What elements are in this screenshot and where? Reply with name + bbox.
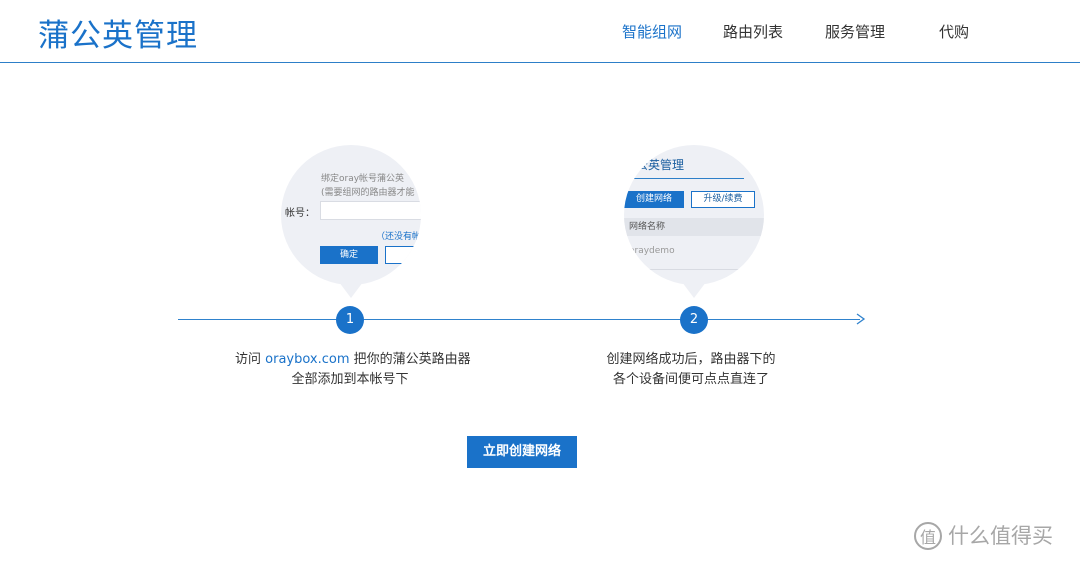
step-2-marker: 2 (680, 306, 708, 334)
nav-item-service-management[interactable]: 服务管理 (825, 21, 885, 42)
create-network-button: 创建网络 (624, 191, 684, 208)
smzdm-logo-icon: 值 (914, 522, 942, 550)
secondary-button (385, 246, 421, 264)
no-account-link: （还没有帐 (376, 232, 421, 242)
timeline-line (178, 319, 860, 320)
watermark-text: 什么值得买 (948, 524, 1053, 548)
caption-1-prefix: 访问 (235, 352, 266, 367)
timeline-arrow-icon (856, 313, 866, 325)
caption-1-line2: 全部添加到本帐号下 (291, 372, 409, 387)
account-label: 帐号： (285, 208, 315, 219)
step-1-marker: 1 (336, 306, 364, 334)
caption-2-line2: 各个设备间便可点点直连了 (612, 372, 769, 387)
upgrade-renew-button: 升级/续费 (691, 191, 755, 208)
step-2-preview-bubble: 蒲公英管理 创建网络 升级/续费 网络名称 oraydemo (624, 145, 764, 285)
caption-2-line1: 创建网络成功后，路由器下的 (606, 352, 776, 367)
bubble-1-tail (339, 282, 363, 298)
account-input (320, 201, 421, 220)
bind-account-note: (需要组网的路由器才能 (321, 188, 415, 198)
network-name-column-header: 网络名称 (624, 218, 764, 236)
manager-title: 蒲公英管理 (624, 158, 685, 172)
bind-account-text: 绑定oray帐号蒲公英 (321, 174, 405, 184)
app-logo[interactable]: 蒲公英管理 (38, 10, 198, 55)
step-2-caption: 创建网络成功后，路由器下的 各个设备间便可点点直连了 (591, 350, 791, 390)
step-1-caption: 访问 oraybox.com 把你的蒲公英路由器 全部添加到本帐号下 (235, 350, 471, 390)
row-divider (624, 269, 764, 270)
nav-item-router-list[interactable]: 路由列表 (723, 21, 783, 42)
network-row-name: oraydemo (629, 246, 675, 256)
bubble-2-tail (682, 282, 706, 298)
watermark: 值什么值得买 (914, 518, 1053, 552)
step-1-preview-bubble: 绑定oray帐号蒲公英 (需要组网的路由器才能 帐号： （还没有帐 确定 (281, 145, 421, 285)
nav-item-smart-network[interactable]: 智能组网 (622, 21, 682, 42)
create-network-now-button[interactable]: 立即创建网络 (467, 436, 577, 468)
top-header: 蒲公英管理 智能组网 路由列表 服务管理 代购 (0, 0, 1080, 63)
oraybox-link[interactable]: oraybox.com (265, 352, 349, 367)
confirm-button: 确定 (320, 246, 378, 264)
title-divider (624, 178, 744, 179)
nav-item-purchase[interactable]: 代购 (939, 21, 969, 42)
caption-1-suffix: 把你的蒲公英路由器 (349, 352, 471, 367)
